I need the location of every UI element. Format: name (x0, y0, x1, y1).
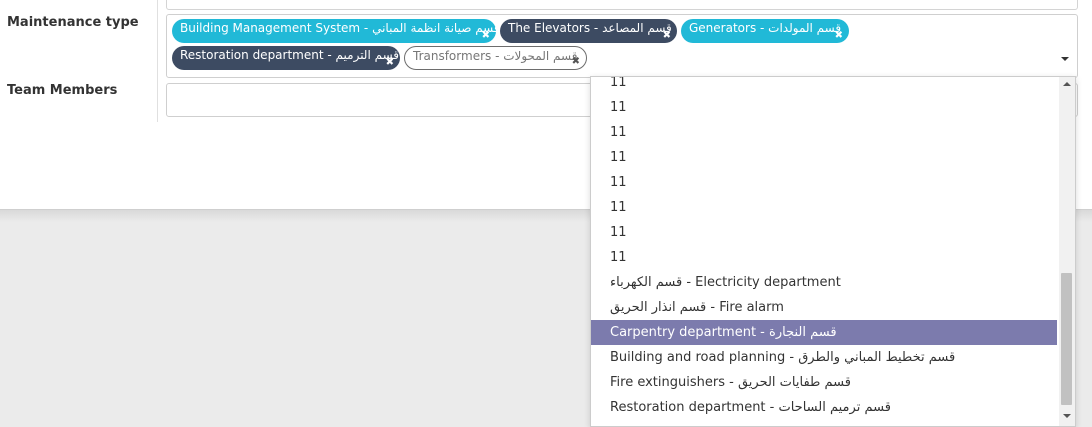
remove-tag-icon[interactable]: ✖ (386, 58, 394, 68)
remove-tag-icon[interactable]: ✖ (572, 57, 580, 67)
tag-label: Transformers - قسم المحولات (413, 49, 578, 63)
scroll-up-arrow-icon[interactable] (1063, 82, 1071, 86)
selected-tag-restoration: Restoration department - قسم الترميم ✖ (172, 46, 400, 70)
tag-label: Building Management System - قسم صيانة ا… (180, 21, 500, 35)
selected-tag-elevators: The Elevators - قسم المصاعد ✖ (500, 19, 677, 43)
maintenance-type-multiselect[interactable]: Building Management System - قسم صيانة ا… (166, 14, 1078, 78)
dropdown-option[interactable]: 11 (591, 77, 1057, 95)
maintenance-type-dropdown[interactable]: 11 11 11 11 11 11 11 11 قسم الكهرباء - E… (590, 76, 1076, 427)
dropdown-option[interactable]: 11 (591, 145, 1057, 170)
dropdown-caret-icon[interactable] (1061, 57, 1069, 61)
remove-tag-icon[interactable]: ✖ (663, 31, 671, 41)
remove-tag-icon[interactable]: ✖ (482, 31, 490, 41)
dropdown-option-restoration-squares[interactable]: Restoration department - قسم ترميم الساح… (591, 395, 1057, 420)
dropdown-option[interactable]: 11 (591, 170, 1057, 195)
dropdown-option[interactable]: 11 (591, 120, 1057, 145)
tag-label: Generators - قسم المولدات (689, 21, 842, 35)
maintenance-type-label: Maintenance type (7, 15, 139, 30)
selected-tag-generators: Generators - قسم المولدات ✖ (681, 19, 849, 43)
scrollbar-thumb[interactable] (1061, 273, 1072, 405)
dropdown-scrollbar[interactable] (1059, 77, 1075, 426)
scroll-down-arrow-icon[interactable] (1063, 414, 1071, 418)
dropdown-option-building-road-planning[interactable]: Building and road planning - قسم تخطيط ا… (591, 345, 1057, 370)
dropdown-option[interactable]: 11 (591, 220, 1057, 245)
dropdown-option-electricity[interactable]: قسم الكهرباء - Electricity department (591, 270, 1057, 295)
dropdown-option-fire-extinguishers[interactable]: Fire extinguishers - قسم طفايات الحريق (591, 370, 1057, 395)
dropdown-option[interactable]: 11 (591, 195, 1057, 220)
dropdown-option-fire-alarm[interactable]: قسم انذار الحريق - Fire alarm (591, 295, 1057, 320)
remove-tag-icon[interactable]: ✖ (835, 31, 843, 41)
label-column-divider (157, 0, 158, 122)
dropdown-option-carpentry-highlighted[interactable]: Carpentry department - قسم النجارة (591, 320, 1057, 345)
team-members-label: Team Members (7, 83, 118, 98)
selected-tag-transformers: Transformers - قسم المحولات ✖ (404, 46, 587, 70)
selected-tag-building-management: Building Management System - قسم صيانة ا… (172, 19, 500, 43)
dropdown-option[interactable]: 11 (591, 95, 1057, 120)
previous-field-input[interactable] (166, 0, 1078, 10)
dropdown-option[interactable]: 11 (591, 245, 1057, 270)
tag-label: The Elevators - قسم المصاعد (508, 21, 672, 35)
tag-label: Restoration department - قسم الترميم (180, 48, 400, 62)
